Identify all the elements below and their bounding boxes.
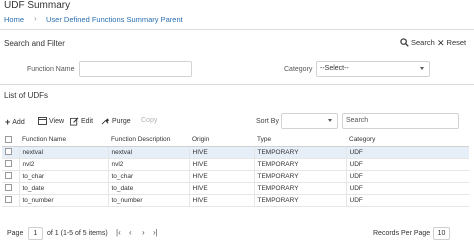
category-label: Category <box>284 66 313 73</box>
breadcrumb-separator: › <box>34 14 37 23</box>
purge-button[interactable]: Purge <box>101 117 131 126</box>
cell-category: UDF <box>345 170 469 183</box>
cell-category: UDF <box>345 146 469 159</box>
search-filter-title: Search and Filter <box>4 39 65 48</box>
row-select-cell[interactable] <box>2 170 19 183</box>
cell-origin: HIVE <box>188 182 254 195</box>
cell-function-name: to_date <box>18 182 108 195</box>
reset-icon: ✕ <box>437 37 445 48</box>
pencil-icon <box>70 117 79 126</box>
category-select[interactable]: --Select-- <box>316 61 430 77</box>
row-select-cell[interactable] <box>2 182 19 195</box>
list-search-input[interactable]: Search <box>342 113 459 129</box>
table-row[interactable]: to_date to_date HIVE TEMPORARY UDF <box>2 182 469 195</box>
view-button-label: View <box>49 117 65 125</box>
cell-type: TEMPORARY <box>253 146 346 159</box>
last-page-icon[interactable]: ›| <box>153 228 158 237</box>
row-checkbox[interactable] <box>5 172 12 180</box>
cell-function-name: nextval <box>18 146 108 159</box>
page-label: Page <box>7 230 24 237</box>
page-number-input[interactable]: 1 <box>28 227 43 240</box>
add-button-label: Add <box>12 118 25 126</box>
chevron-down-icon <box>328 119 332 122</box>
purge-icon <box>101 118 110 125</box>
cell-function-description: to_char <box>107 170 189 183</box>
sort-by-label: Sort By <box>256 118 279 125</box>
table-row[interactable]: to_number to_number HIVE TEMPORARY UDF <box>2 194 469 207</box>
cell-category: UDF <box>345 182 469 195</box>
sort-by-select[interactable] <box>281 113 338 129</box>
page-title: UDF Summary <box>4 0 71 11</box>
search-button-label: Search <box>411 38 435 47</box>
function-name-label: Function Name <box>27 66 75 73</box>
view-icon <box>38 117 47 125</box>
select-all-cell[interactable] <box>2 133 19 147</box>
cell-function-description: nvl2 <box>107 158 189 171</box>
function-name-input[interactable] <box>79 61 192 77</box>
cell-type: TEMPORARY <box>253 182 346 195</box>
view-button[interactable]: View <box>38 117 64 125</box>
column-header-type[interactable]: Type <box>254 133 346 147</box>
cell-function-description: to_date <box>107 182 189 195</box>
edit-button[interactable]: Edit <box>70 117 93 126</box>
column-header-category[interactable]: Category <box>346 133 469 147</box>
cell-type: TEMPORARY <box>253 194 346 207</box>
list-search-placeholder: Search <box>346 117 369 124</box>
select-all-checkbox[interactable] <box>5 135 12 143</box>
column-header-origin[interactable]: Origin <box>189 133 254 147</box>
breadcrumb-current[interactable]: User Defined Functions Summary Parent <box>46 15 183 24</box>
edit-button-label: Edit <box>81 118 94 125</box>
page-count-text: of 1 (1-5 of 5 items) <box>47 230 108 237</box>
next-page-icon[interactable]: › <box>142 228 145 237</box>
cell-type: TEMPORARY <box>253 158 346 171</box>
records-per-page-label: Records Per Page <box>373 230 431 237</box>
table-row[interactable]: nextval nextval HIVE TEMPORARY UDF <box>2 146 469 159</box>
reset-button[interactable]: ✕ Reset <box>437 38 466 47</box>
plus-icon: + <box>5 117 11 127</box>
records-per-page-input[interactable]: 10 <box>433 227 450 240</box>
breadcrumb-home[interactable]: Home <box>4 15 24 24</box>
chevron-down-icon <box>420 67 424 70</box>
table-row[interactable]: to_char to_char HIVE TEMPORARY UDF <box>2 170 469 183</box>
search-icon <box>400 38 409 47</box>
udf-table: Function Name Function Description Origi… <box>2 133 469 207</box>
cell-origin: HIVE <box>188 158 254 171</box>
cell-category: UDF <box>345 158 469 171</box>
cell-function-name: to_number <box>18 194 108 207</box>
cell-function-description: nextval <box>107 146 189 159</box>
cell-type: TEMPORARY <box>253 170 346 183</box>
copy-button-label: Copy <box>141 117 158 124</box>
search-button[interactable]: Search <box>400 38 435 47</box>
cell-function-description: to_number <box>107 194 189 207</box>
cell-origin: HIVE <box>188 170 254 183</box>
row-checkbox[interactable] <box>5 160 12 168</box>
cell-function-name: to_char <box>18 170 108 183</box>
first-page-icon[interactable]: |‹ <box>116 228 121 237</box>
table-header-row: Function Name Function Description Origi… <box>2 133 469 147</box>
row-checkbox[interactable] <box>5 148 12 156</box>
copy-button[interactable]: Copy <box>141 117 157 124</box>
table-row[interactable]: nvl2 nvl2 HIVE TEMPORARY UDF <box>2 158 469 171</box>
header-divider <box>0 29 474 30</box>
cell-origin: HIVE <box>188 194 254 207</box>
cell-category: UDF <box>345 194 469 207</box>
prev-page-icon[interactable]: ‹ <box>129 228 132 237</box>
row-select-cell[interactable] <box>2 194 19 207</box>
purge-button-label: Purge <box>112 118 131 125</box>
column-header-function-description[interactable]: Function Description <box>108 133 189 147</box>
search-divider <box>0 84 474 85</box>
row-select-cell[interactable] <box>2 146 19 159</box>
row-checkbox[interactable] <box>5 196 12 204</box>
cell-function-name: nvl2 <box>18 158 108 171</box>
column-header-function-name[interactable]: Function Name <box>19 133 108 147</box>
category-select-value: --Select-- <box>320 65 349 72</box>
row-select-cell[interactable] <box>2 158 19 171</box>
cell-origin: HIVE <box>188 146 254 159</box>
add-button[interactable]: + Add <box>5 117 25 127</box>
list-title: List of UDFs <box>4 91 49 100</box>
reset-button-label: Reset <box>446 38 467 47</box>
row-checkbox[interactable] <box>5 184 12 192</box>
